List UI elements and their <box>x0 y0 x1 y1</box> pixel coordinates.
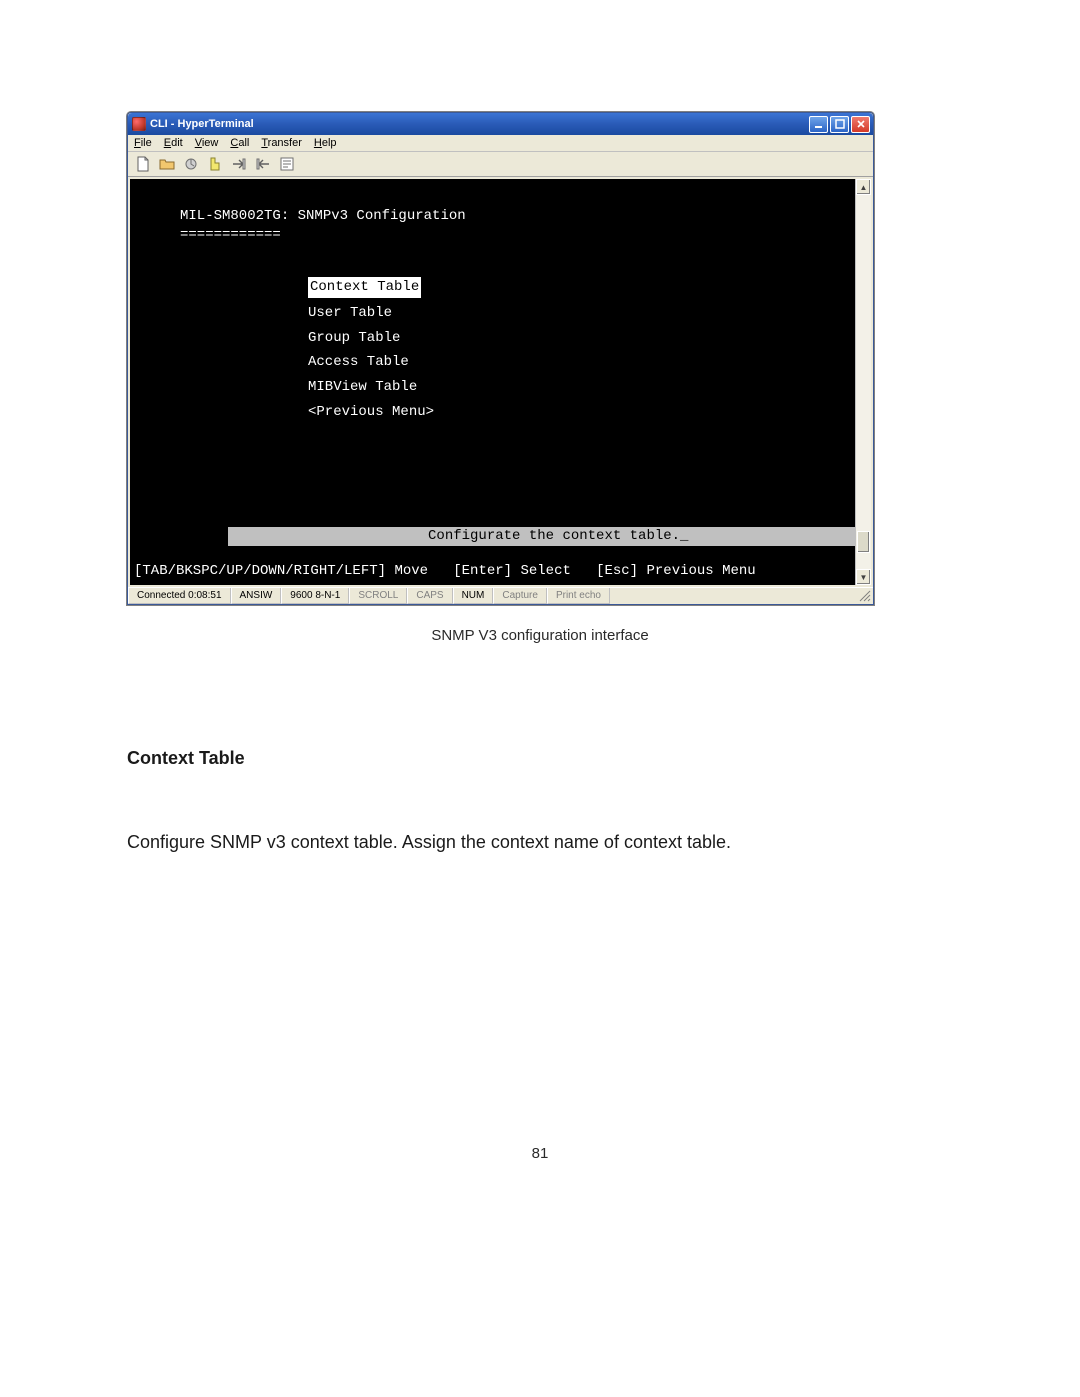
status-port: 9600 8-N-1 <box>281 588 349 604</box>
properties-icon[interactable] <box>278 155 296 173</box>
status-scroll: SCROLL <box>349 588 407 604</box>
menu-file[interactable]: File <box>134 137 152 149</box>
status-emulation: ANSIW <box>231 588 282 604</box>
menu-item-group-table[interactable]: Group Table <box>308 329 855 348</box>
scroll-down-button[interactable]: ▼ <box>856 569 871 585</box>
terminal-nav-line: [TAB/BKSPC/UP/DOWN/RIGHT/LEFT] Move [Ent… <box>134 562 756 581</box>
status-num: NUM <box>453 588 494 604</box>
menu-help[interactable]: Help <box>314 137 337 149</box>
page-number: 81 <box>0 1145 1080 1162</box>
disconnect-icon[interactable] <box>206 155 224 173</box>
toolbar <box>128 152 873 177</box>
scroll-up-button[interactable]: ▲ <box>856 179 871 195</box>
terminal-menu: Context Table User Table Group Table Acc… <box>130 277 855 422</box>
minimize-button[interactable] <box>809 116 828 133</box>
menu-item-user-table[interactable]: User Table <box>308 304 855 323</box>
menu-item-context-table[interactable]: Context Table <box>308 277 421 298</box>
maximize-button[interactable] <box>830 116 849 133</box>
menu-transfer[interactable]: Transfer <box>261 137 302 149</box>
connect-icon[interactable] <box>182 155 200 173</box>
section-body: Configure SNMP v3 context table. Assign … <box>127 829 953 856</box>
window-controls <box>809 116 870 133</box>
statusbar: Connected 0:08:51 ANSIW 9600 8-N-1 SCROL… <box>128 587 873 604</box>
new-icon[interactable] <box>134 155 152 173</box>
scroll-track[interactable] <box>856 195 871 569</box>
status-printecho: Print echo <box>547 588 610 604</box>
figure-caption: SNMP V3 configuration interface <box>127 627 953 644</box>
terminal-header-line2: ============ <box>130 226 855 245</box>
terminal-header-line1: MIL-SM8002TG: SNMPv3 Configuration <box>130 207 855 226</box>
titlebar: CLI - HyperTerminal <box>128 113 873 135</box>
hyperterminal-window: CLI - HyperTerminal File Edit View Call … <box>127 112 874 605</box>
close-button[interactable] <box>851 116 870 133</box>
vertical-scrollbar[interactable]: ▲ ▼ <box>855 179 871 585</box>
section-heading: Context Table <box>127 748 953 769</box>
open-icon[interactable] <box>158 155 176 173</box>
menu-item-access-table[interactable]: Access Table <box>308 353 855 372</box>
terminal-hint-bar: Configurate the context table._ <box>144 508 855 565</box>
terminal-hint-text: Configurate the context table._ <box>228 527 855 546</box>
app-icon <box>132 117 146 131</box>
receive-icon[interactable] <box>254 155 272 173</box>
menu-item-previous-menu[interactable]: <Previous Menu> <box>308 403 855 422</box>
status-capture: Capture <box>493 588 547 604</box>
menu-item-mibview-table[interactable]: MIBView Table <box>308 378 855 397</box>
resize-grip-icon[interactable] <box>855 588 873 604</box>
status-connected: Connected 0:08:51 <box>128 588 231 604</box>
send-icon[interactable] <box>230 155 248 173</box>
scroll-thumb[interactable] <box>857 531 870 553</box>
menubar: File Edit View Call Transfer Help <box>128 135 873 152</box>
menu-edit[interactable]: Edit <box>164 137 183 149</box>
window-title: CLI - HyperTerminal <box>150 118 809 130</box>
terminal-wrap: MIL-SM8002TG: SNMPv3 Configuration =====… <box>128 177 873 587</box>
menu-view[interactable]: View <box>195 137 219 149</box>
status-caps: CAPS <box>407 588 452 604</box>
terminal[interactable]: MIL-SM8002TG: SNMPv3 Configuration =====… <box>130 179 855 585</box>
menu-call[interactable]: Call <box>230 137 249 149</box>
